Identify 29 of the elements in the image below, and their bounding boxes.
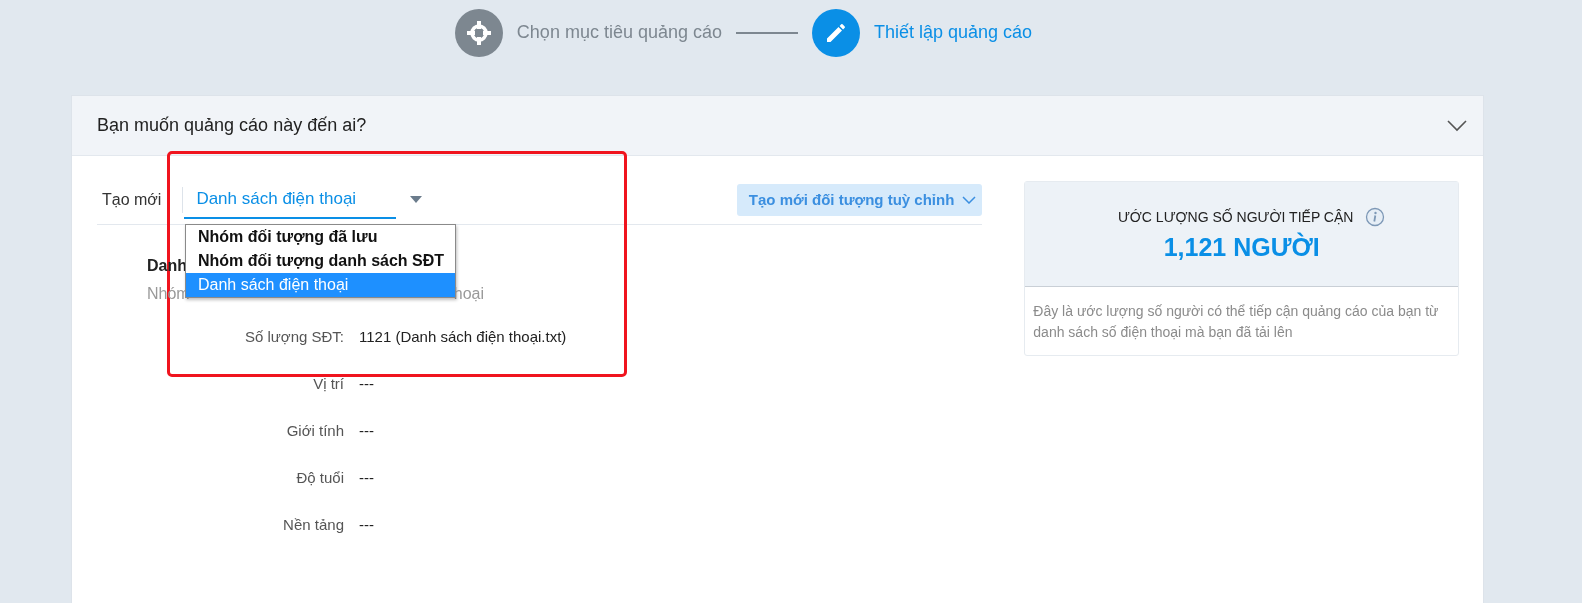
- chevron-icon[interactable]: [1447, 119, 1467, 132]
- detail-label: Số lượng SĐT:: [243, 327, 344, 347]
- detail-value: ---: [359, 468, 375, 488]
- form-label: Tạo mới: [97, 186, 184, 213]
- detail-value: 1121 (Danh sách điện thoại.txt): [359, 327, 568, 347]
- detail-value: ---: [359, 515, 375, 535]
- detail-value: ---: [359, 421, 375, 441]
- detail-value: ---: [359, 374, 375, 394]
- dropdown-option[interactable]: Nhóm đối tượng danh sách SĐT: [186, 249, 455, 273]
- info-icon[interactable]: [1365, 206, 1386, 227]
- reach-title: ƯỚC LƯỢNG SỐ NGƯỜI TIẾP CẬN: [1117, 208, 1354, 225]
- section-title: Bạn muốn quảng cáo này đến ai?: [97, 115, 367, 136]
- reach-note: Đây là ước lượng số người có thể tiếp cận quảng cáo của bạn từ danh sách số điện thoại mà bạn đã tải lên: [1032, 302, 1440, 342]
- caret-icon: [410, 195, 423, 203]
- dropdown-option[interactable]: Danh sách điện thoại: [186, 273, 455, 297]
- crosshair-icon: [465, 19, 492, 46]
- reach-value: 1,121 NGƯỜI: [1163, 232, 1320, 262]
- detail-label: Độ tuổi: [295, 468, 344, 488]
- step-circle[interactable]: [812, 8, 860, 57]
- detail-label: Nền tảng: [282, 515, 344, 535]
- dropdown-option[interactable]: Nhóm đối tượng đã lưu: [186, 225, 455, 249]
- section-header[interactable]: Bạn muốn quảng cáo này đến ai?: [72, 96, 1483, 156]
- detail-label: Vị trí: [312, 374, 344, 394]
- detail-label: Giới tính: [285, 421, 344, 441]
- custom-audience-button[interactable]: Tạo mới đối tượng tuỳ chỉnh: [736, 183, 983, 216]
- step-label[interactable]: Thiết lập quảng cáo: [874, 22, 1033, 43]
- chevron-down-icon: [962, 195, 977, 204]
- step-label[interactable]: Chọn mục tiêu quảng cáo: [516, 22, 722, 43]
- audience-select[interactable]: Danh sách điện thoại: [184, 180, 397, 219]
